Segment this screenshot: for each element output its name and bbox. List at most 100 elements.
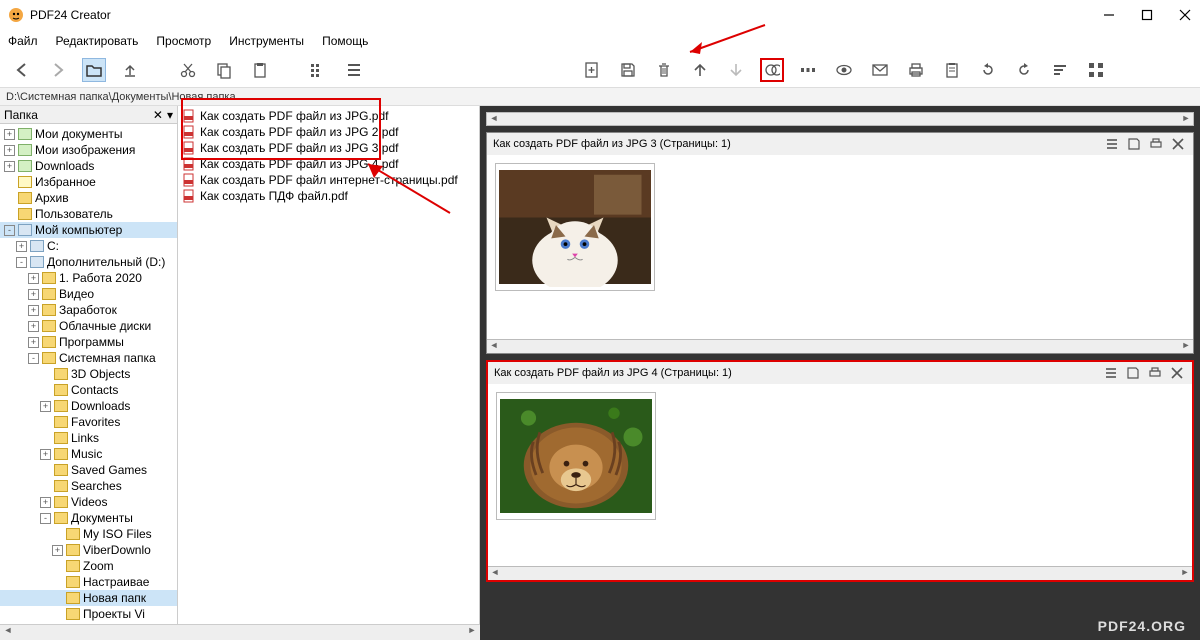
folder-tree[interactable]: +Мои документы+Мои изображения+Downloads…	[0, 124, 177, 640]
rotate-left-button[interactable]	[976, 58, 1000, 82]
tree-item[interactable]: My ISO Files	[0, 526, 177, 542]
save-icon[interactable]	[1124, 364, 1142, 382]
menu-view[interactable]: Просмотр	[156, 34, 211, 48]
new-doc-button[interactable]	[580, 58, 604, 82]
tree-item[interactable]: Links	[0, 430, 177, 446]
rotate-right-button[interactable]	[1012, 58, 1036, 82]
expand-icon[interactable]: +	[28, 273, 39, 284]
tree-item[interactable]: Настраивае	[0, 574, 177, 590]
page-thumbnail[interactable]	[495, 163, 655, 291]
collapse-icon[interactable]: -	[28, 353, 39, 364]
scroll-right-icon[interactable]: ►	[1178, 567, 1192, 580]
tree-item[interactable]: +C:	[0, 238, 177, 254]
scroll-right-icon[interactable]: ►	[1179, 340, 1193, 353]
close-button[interactable]	[1178, 8, 1192, 22]
tree-item[interactable]: Избранное	[0, 174, 177, 190]
file-item[interactable]: Как создать PDF файл из JPG 3.pdf	[178, 140, 479, 156]
collapse-icon[interactable]: -	[16, 257, 27, 268]
move-down-button[interactable]	[724, 58, 748, 82]
print-icon[interactable]	[1147, 135, 1165, 153]
tree-item[interactable]: -Дополнительный (D:)	[0, 254, 177, 270]
menu-tools[interactable]: Инструменты	[229, 34, 304, 48]
close-icon[interactable]	[1169, 135, 1187, 153]
up-folder-button[interactable]	[118, 58, 142, 82]
paste-button[interactable]	[248, 58, 272, 82]
file-item[interactable]: Как создать PDF файл интернет-страницы.p…	[178, 172, 479, 188]
document-panel[interactable]: Как создать PDF файл из JPG 3 (Страницы:…	[486, 132, 1194, 354]
file-item[interactable]: Как создать PDF файл из JPG.pdf	[178, 108, 479, 124]
tree-item[interactable]: +Мои изображения	[0, 142, 177, 158]
document-scrollbar[interactable]: ◄►	[487, 339, 1193, 353]
save-icon[interactable]	[1125, 135, 1143, 153]
file-list[interactable]: Как создать PDF файл из JPG.pdfКак созда…	[178, 106, 480, 640]
print-button[interactable]	[904, 58, 928, 82]
tree-item[interactable]: +Видео	[0, 286, 177, 302]
expand-icon[interactable]: +	[52, 545, 63, 556]
scroll-right-icon[interactable]: ►	[464, 625, 480, 640]
expand-icon[interactable]: +	[4, 161, 15, 172]
menu-icon[interactable]	[1103, 135, 1121, 153]
clipboard-button[interactable]	[940, 58, 964, 82]
preview-button[interactable]	[832, 58, 856, 82]
expand-icon[interactable]: +	[28, 289, 39, 300]
menu-edit[interactable]: Редактировать	[56, 34, 139, 48]
minimize-button[interactable]	[1102, 8, 1116, 22]
scroll-track[interactable]	[16, 625, 464, 640]
menu-file[interactable]: Файл	[8, 34, 38, 48]
tree-item[interactable]: Contacts	[0, 382, 177, 398]
expand-icon[interactable]: +	[28, 337, 39, 348]
scroll-track[interactable]	[501, 340, 1179, 353]
collapse-icon[interactable]: -	[4, 225, 15, 236]
expand-icon[interactable]: +	[16, 241, 27, 252]
tree-item[interactable]: +Мои документы	[0, 126, 177, 142]
scroll-left-icon[interactable]: ◄	[487, 113, 501, 125]
detail-view-button[interactable]	[342, 58, 366, 82]
tree-item[interactable]: Пользователь	[0, 206, 177, 222]
tree-item[interactable]: 3D Objects	[0, 366, 177, 382]
tree-item[interactable]: Favorites	[0, 414, 177, 430]
tree-item[interactable]: Saved Games	[0, 462, 177, 478]
tree-item[interactable]: +1. Работа 2020	[0, 270, 177, 286]
tree-item[interactable]: +Downloads	[0, 158, 177, 174]
back-button[interactable]	[10, 58, 34, 82]
move-up-button[interactable]	[688, 58, 712, 82]
sort-button[interactable]	[1048, 58, 1072, 82]
grid-button[interactable]	[1084, 58, 1108, 82]
folder-tree-down-icon[interactable]: ▾	[167, 108, 173, 122]
close-icon[interactable]	[1168, 364, 1186, 382]
file-item[interactable]: Как создать PDF файл из JPG 4.pdf	[178, 156, 479, 172]
scroll-track[interactable]	[501, 113, 1179, 125]
cut-button[interactable]	[176, 58, 200, 82]
folder-tree-close-icon[interactable]: ✕	[153, 108, 163, 122]
forward-button[interactable]	[46, 58, 70, 82]
tree-item[interactable]: Архив	[0, 190, 177, 206]
list-view-button[interactable]	[306, 58, 330, 82]
tree-item[interactable]: +Программы	[0, 334, 177, 350]
page-thumbnail[interactable]	[496, 392, 656, 520]
document-panel[interactable]: Как создать PDF файл из JPG 4 (Страницы:…	[486, 360, 1194, 582]
tree-item[interactable]: Searches	[0, 478, 177, 494]
expand-icon[interactable]: +	[28, 321, 39, 332]
collapse-icon[interactable]: -	[40, 513, 51, 524]
scroll-left-icon[interactable]: ◄	[0, 625, 16, 640]
tree-item[interactable]: +Заработок	[0, 302, 177, 318]
tree-item[interactable]: +Videos	[0, 494, 177, 510]
expand-icon[interactable]: +	[4, 129, 15, 140]
expand-icon[interactable]: +	[40, 449, 51, 460]
file-item[interactable]: Как создать ПДФ файл.pdf	[178, 188, 479, 204]
tree-item[interactable]: +Облачные диски	[0, 318, 177, 334]
scroll-left-icon[interactable]: ◄	[488, 567, 502, 580]
document-body[interactable]	[488, 384, 1192, 566]
split-button[interactable]	[796, 58, 820, 82]
delete-button[interactable]	[652, 58, 676, 82]
tree-item[interactable]: -Мой компьютер	[0, 222, 177, 238]
maximize-button[interactable]	[1140, 8, 1154, 22]
tree-item[interactable]: Новая папк	[0, 590, 177, 606]
save-button[interactable]	[616, 58, 640, 82]
expand-icon[interactable]: +	[40, 497, 51, 508]
expand-icon[interactable]: +	[4, 145, 15, 156]
document-body[interactable]	[487, 155, 1193, 339]
scroll-left-icon[interactable]: ◄	[487, 340, 501, 353]
file-item[interactable]: Как создать PDF файл из JPG 2.pdf	[178, 124, 479, 140]
tree-item[interactable]: -Системная папка	[0, 350, 177, 366]
